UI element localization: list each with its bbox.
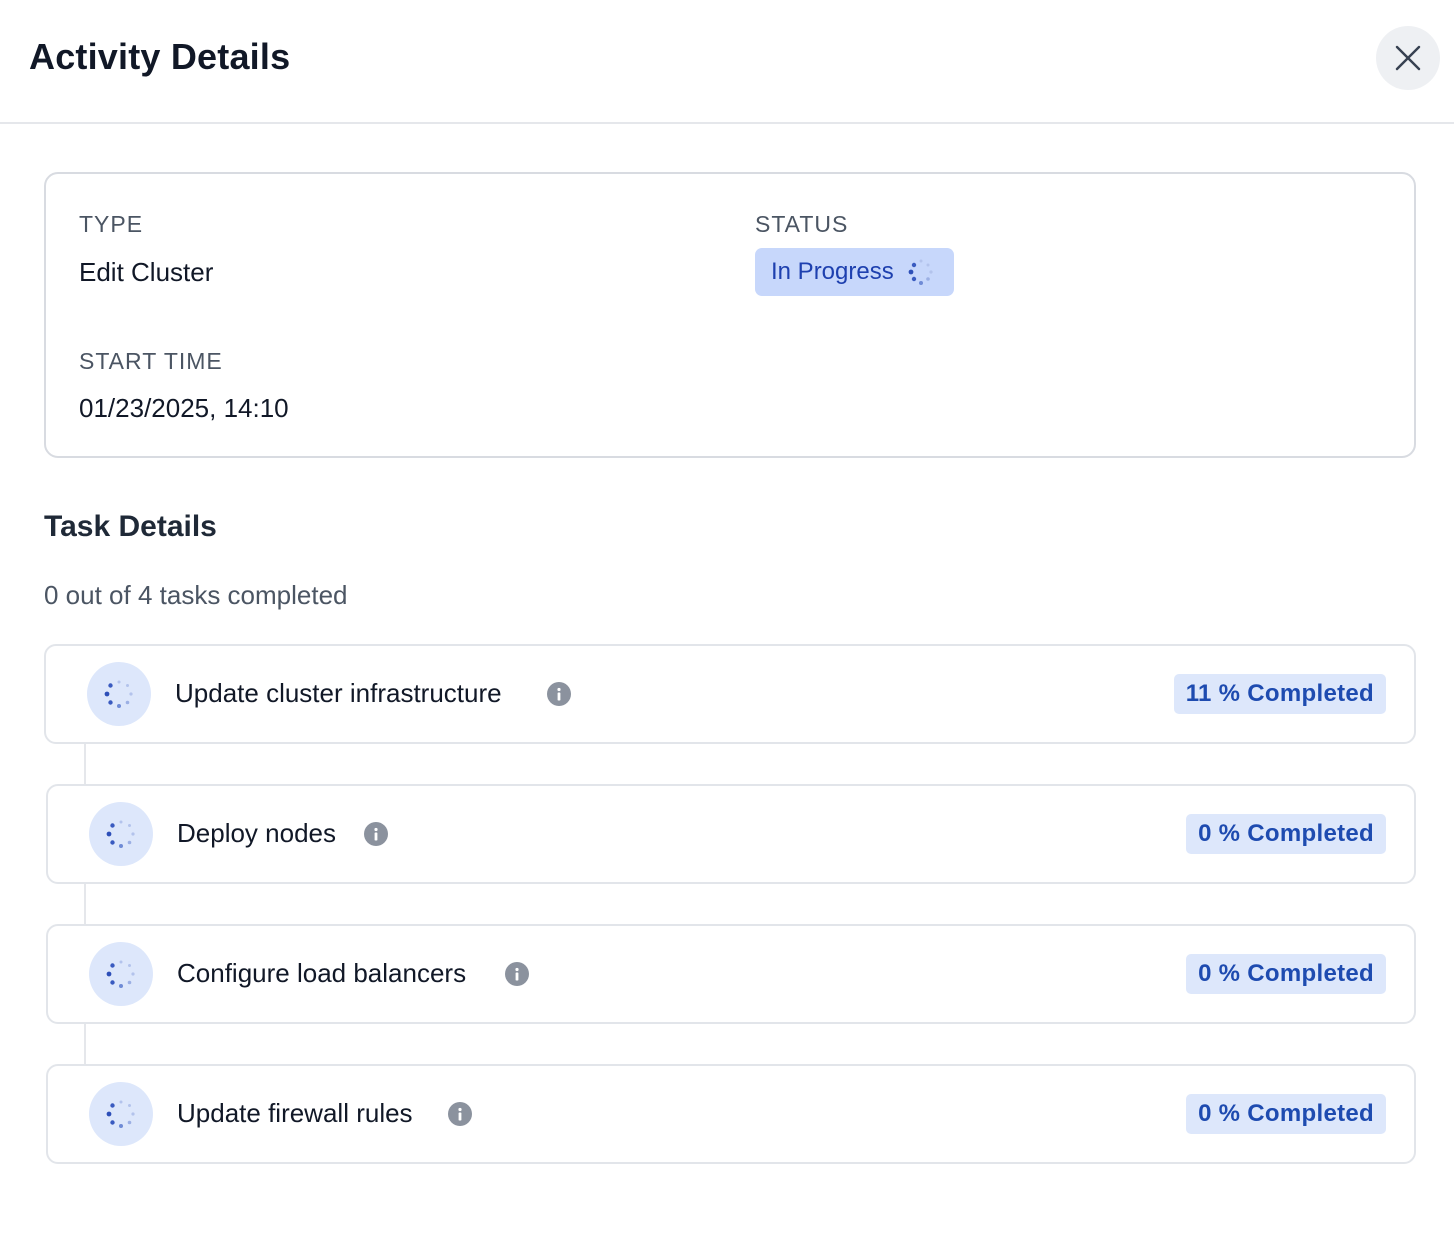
task-title: Update firewall rules bbox=[177, 1098, 413, 1128]
page-title: Activity Details bbox=[29, 36, 291, 77]
task-progress-badge: 0 % Completed bbox=[1186, 814, 1386, 854]
activity-summary-card: TYPE Edit Cluster STATUS In Progress STA… bbox=[44, 172, 1416, 458]
task-connector bbox=[84, 884, 86, 924]
spinner-icon bbox=[106, 1100, 135, 1128]
tasks-completed-count: 0 out of 4 tasks completed bbox=[44, 580, 348, 610]
status-badge: In Progress bbox=[755, 248, 954, 296]
type-value: Edit Cluster bbox=[79, 257, 214, 287]
info-icon[interactable] bbox=[448, 1102, 472, 1126]
type-label: TYPE bbox=[79, 211, 144, 237]
task-status-icon bbox=[87, 662, 151, 726]
task-progress-badge: 0 % Completed bbox=[1186, 1094, 1386, 1134]
task-row: Configure load balancers 0 % Completed bbox=[46, 924, 1416, 1024]
task-title: Update cluster infrastructure bbox=[175, 678, 502, 708]
spinner-icon bbox=[106, 960, 135, 988]
task-row: Deploy nodes 0 % Completed bbox=[46, 784, 1416, 884]
status-text: In Progress bbox=[771, 258, 894, 285]
info-icon[interactable] bbox=[505, 962, 529, 986]
task-status-icon bbox=[89, 802, 153, 866]
start-time-value: 01/23/2025, 14:10 bbox=[79, 393, 289, 423]
dialog-header: Activity Details bbox=[0, 0, 1454, 124]
task-row: Update firewall rules 0 % Completed bbox=[46, 1064, 1416, 1164]
task-progress-badge: 0 % Completed bbox=[1186, 954, 1386, 994]
task-connector bbox=[84, 1024, 86, 1064]
task-status-icon bbox=[89, 1082, 153, 1146]
task-title: Configure load balancers bbox=[177, 958, 467, 988]
spinner-icon bbox=[908, 259, 933, 285]
start-time-label: START TIME bbox=[79, 348, 223, 374]
status-label: STATUS bbox=[755, 211, 849, 237]
task-row: Update cluster infrastructure 11 % Compl… bbox=[44, 644, 1416, 744]
spinner-icon bbox=[106, 820, 135, 848]
close-button[interactable] bbox=[1376, 26, 1440, 90]
info-icon[interactable] bbox=[364, 822, 388, 846]
task-progress-badge: 11 % Completed bbox=[1173, 674, 1386, 714]
task-status-icon bbox=[89, 942, 153, 1006]
close-icon bbox=[1395, 45, 1421, 71]
task-connector bbox=[84, 744, 86, 784]
info-icon[interactable] bbox=[547, 682, 571, 706]
task-title: Deploy nodes bbox=[177, 818, 336, 848]
task-details-title: Task Details bbox=[44, 510, 217, 543]
spinner-icon bbox=[104, 680, 133, 708]
